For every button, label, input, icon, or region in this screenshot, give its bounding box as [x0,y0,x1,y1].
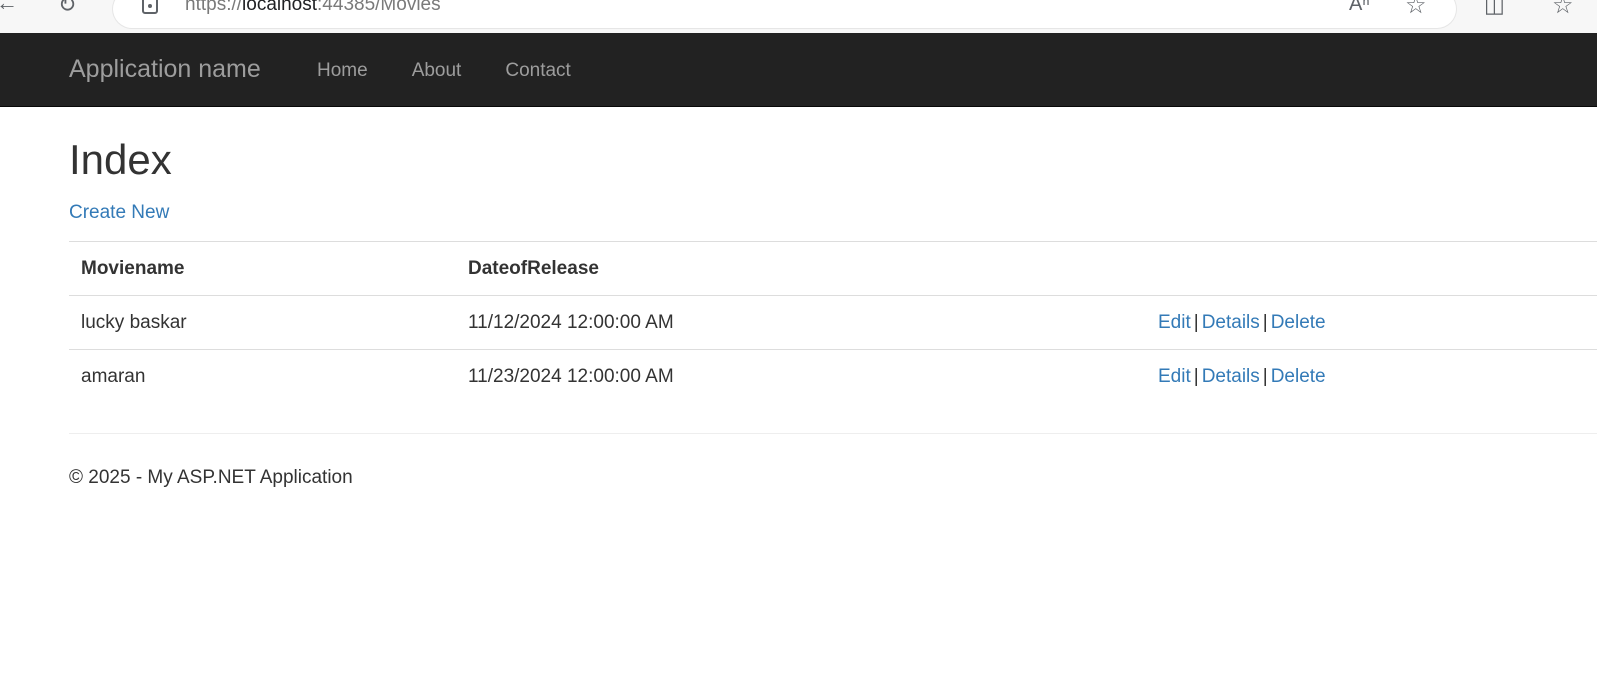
navbar: Application name Home About Contact [0,33,1597,107]
url-path: :44385/Movies [317,0,441,15]
nav-link-contact[interactable]: Contact [505,60,570,82]
footer-divider [69,432,1597,434]
main-container: Index Create New Moviename DateofRelease… [0,137,1597,489]
table-header-row: Moviename DateofRelease [69,241,1597,296]
action-separator: | [1193,311,1199,333]
footer-text: © 2025 - My ASP.NET Application [69,466,353,488]
cell-actions: Edit | Details | Delete [1146,349,1597,404]
table-row: amaran 11/23/2024 12:00:00 AM Edit | Detai… [69,349,1597,404]
cell-moviename: amaran [69,349,456,404]
split-screen-icon[interactable]: ◫ [1484,0,1505,16]
url-prefix: https:// [185,0,243,15]
cell-dateofrelease: 11/23/2024 12:00:00 AM [456,349,1146,404]
edit-link[interactable]: Edit [1158,312,1191,333]
browser-toolbar: ← ↻ https://localhost:44385/Movies Aⁿ ☆ … [0,0,1597,33]
header-dateofrelease: DateofRelease [456,241,1146,296]
delete-link[interactable]: Delete [1271,312,1326,333]
details-link[interactable]: Details [1202,366,1260,387]
nav-link-about[interactable]: About [412,60,462,82]
back-icon[interactable]: ← [0,0,18,14]
create-new-link[interactable]: Create New [69,202,169,224]
url-text[interactable]: https://localhost:44385/Movies [185,0,441,16]
delete-link[interactable]: Delete [1271,366,1326,387]
details-link[interactable]: Details [1202,312,1260,333]
read-aloud-icon[interactable]: Aⁿ [1349,0,1370,14]
url-host: localhost [242,0,318,15]
refresh-icon[interactable]: ↻ [58,0,76,16]
movies-table: Moviename DateofRelease lucky baskar 11/… [69,241,1597,404]
favorites-bar-icon[interactable]: ☆ [1552,0,1574,18]
edit-link[interactable]: Edit [1158,366,1191,387]
action-separator: | [1262,311,1268,333]
header-actions [1146,241,1597,296]
action-separator: | [1262,365,1268,387]
cell-dateofrelease: 11/12/2024 12:00:00 AM [456,295,1146,350]
nav-links: Home About Contact [317,60,615,82]
site-info-icon[interactable] [142,0,158,14]
table-row: lucky baskar 11/12/2024 12:00:00 AM Edit… [69,295,1597,350]
page-title: Index [69,136,172,183]
nav-link-home[interactable]: Home [317,60,368,82]
favorite-icon[interactable]: ☆ [1405,0,1427,18]
header-moviename: Moviename [69,241,456,296]
cell-moviename: lucky baskar [69,295,456,350]
action-separator: | [1193,365,1199,387]
cell-actions: Edit | Details | Delete [1146,295,1597,350]
brand-link[interactable]: Application name [69,55,261,84]
